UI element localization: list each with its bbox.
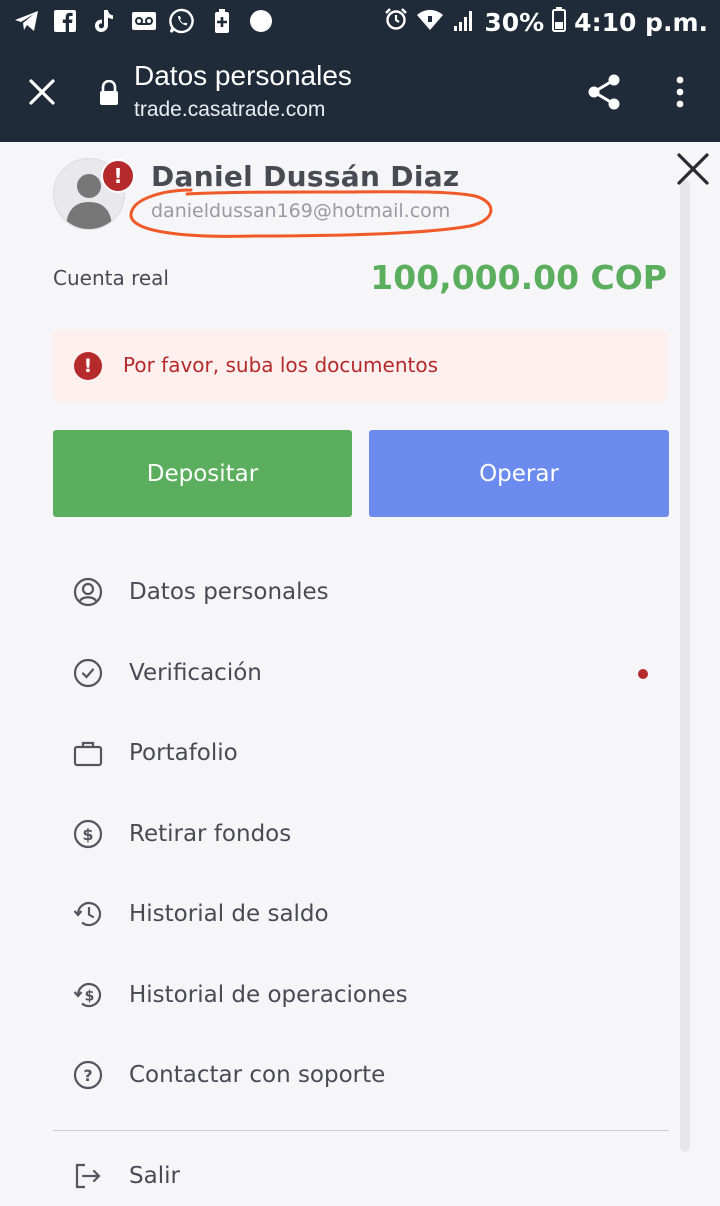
menu-item-label: Datos personales [129,579,329,606]
account-balance: 100,000.00 COP [370,258,667,297]
alert-text: Por favor, suba los documentos [123,353,439,377]
account-type-label: Cuenta real [53,266,169,290]
close-icon [677,153,709,185]
question-circle-icon: ? [72,1059,104,1091]
dollar-history-icon: $ [72,979,104,1011]
page-title: Datos personales [134,60,352,91]
dollar-circle-icon: $ [72,818,104,850]
telegram-icon [14,8,40,34]
verification-pending-dot [638,668,648,679]
status-bar: 30% 4:10 p.m. [0,0,720,44]
menu-item-label: Historial de saldo [129,901,329,928]
browser-toolbar: Datos personales trade.casatrade.com [0,44,720,142]
email-highlight-scribble [129,188,493,238]
menu-item-label: Portafolio [129,740,238,767]
voicemail-icon [131,8,157,34]
briefcase-icon [72,737,104,769]
menu-item-personal-data[interactable]: Datos personales [53,552,669,633]
logout-icon [72,1160,104,1192]
check-circle-icon [72,657,104,689]
page-url[interactable]: trade.casatrade.com [134,98,325,122]
lock-icon [98,79,120,106]
menu-item-label: Historial de operaciones [129,981,408,1008]
menu-item-label: Contactar con soporte [129,1062,386,1089]
share-button[interactable] [586,72,622,112]
more-vertical-icon [676,76,684,108]
status-right: 30% 4:10 p.m. [384,6,708,38]
clock: 4:10 p.m. [574,7,708,37]
more-options-button[interactable] [670,74,690,110]
panel-close-button[interactable] [674,150,712,188]
share-icon [588,74,620,110]
wifi-icon [416,8,444,37]
alarm-icon [384,7,408,37]
menu-item-support[interactable]: ? Contactar con soporte [53,1035,669,1116]
menu-item-trade-history[interactable]: $ Historial de operaciones [53,955,669,1036]
svg-text:?: ? [83,1066,92,1085]
svg-text:$: $ [85,988,95,1004]
upload-documents-alert[interactable]: ! Por favor, suba los documentos [53,330,667,402]
alert-icon: ! [74,352,102,380]
account-menu: Datos personales Verificación Portafolio… [53,552,669,1116]
menu-item-label: Verificación [129,659,262,686]
close-icon [29,79,55,105]
battery-percent: 30% [484,7,545,37]
user-circle-icon [72,576,104,608]
battery-icon [552,6,567,38]
history-icon [72,898,104,930]
logout-label: Salir [129,1163,180,1189]
svg-text:$: $ [82,825,93,844]
logout-button[interactable]: Salir [53,1160,180,1192]
facebook-icon [52,8,78,34]
whatsapp-icon [169,8,195,34]
deposit-button[interactable]: Depositar [53,430,352,517]
menu-item-portfolio[interactable]: Portafolio [53,713,669,794]
scrollbar[interactable] [680,180,690,1152]
menu-item-verification[interactable]: Verificación [53,633,669,714]
tiktok-icon [91,8,117,34]
circle-notification-icon [248,8,274,34]
trade-button[interactable]: Operar [369,430,669,517]
battery-saver-icon [209,8,235,34]
menu-item-balance-history[interactable]: Historial de saldo [53,874,669,955]
signal-icon [452,8,476,37]
menu-item-label: Retirar fondos [129,820,292,847]
close-tab-button[interactable] [24,74,60,110]
menu-item-withdraw[interactable]: $ Retirar fondos [53,794,669,875]
menu-divider [53,1130,669,1131]
